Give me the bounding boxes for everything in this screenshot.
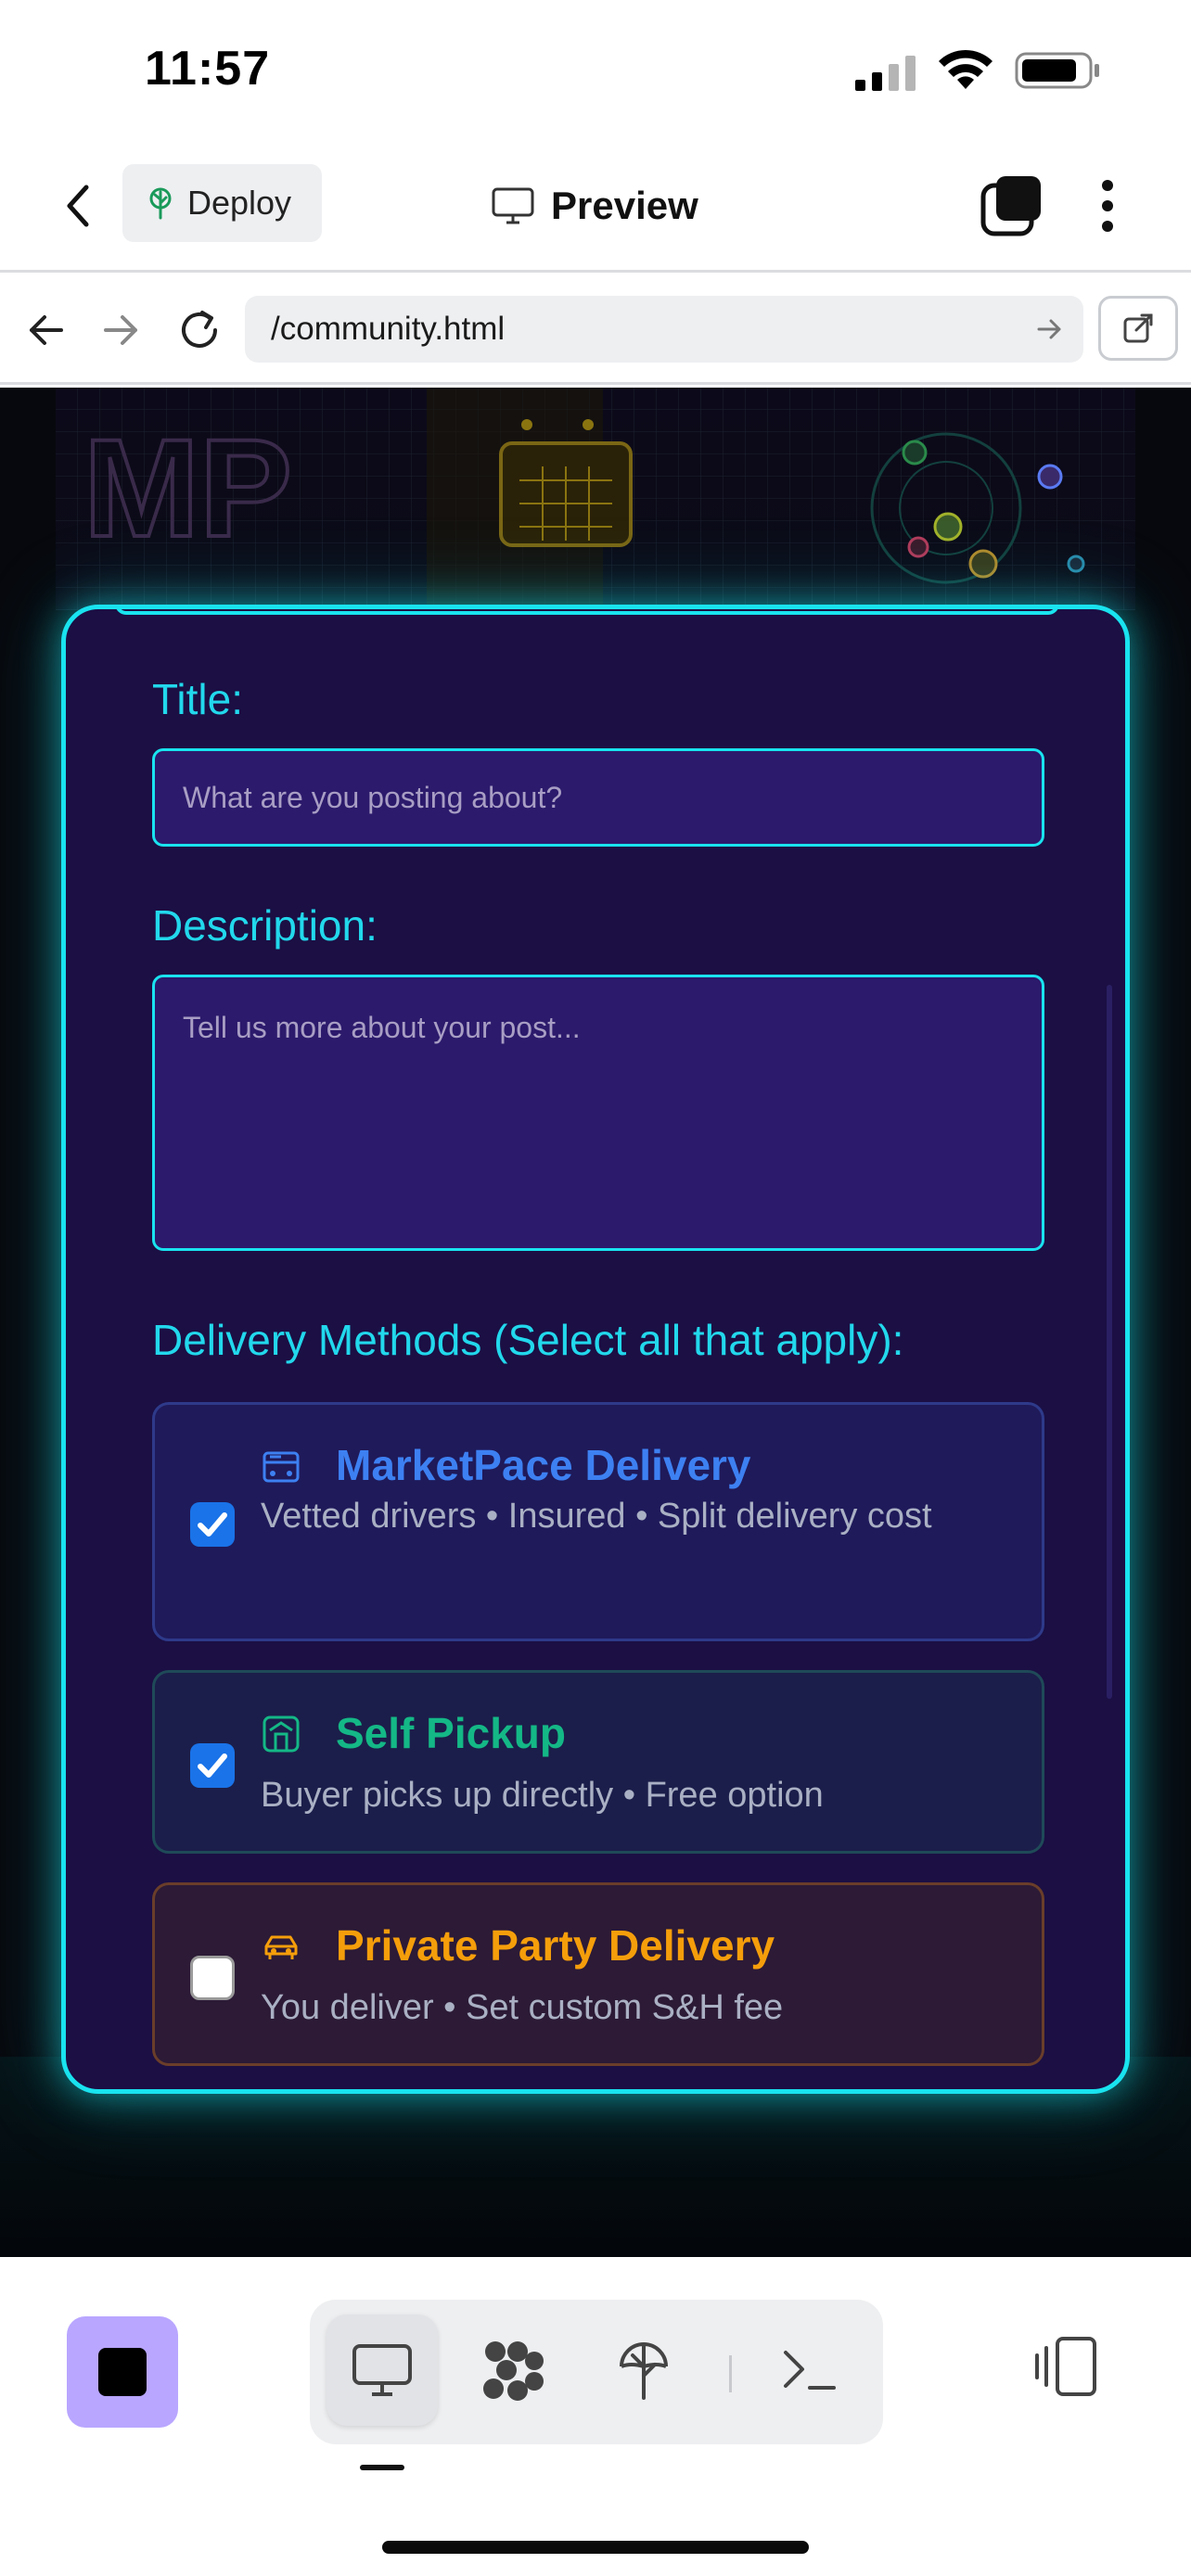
agent-tab[interactable] <box>458 2315 570 2426</box>
external-link-icon <box>1123 313 1153 343</box>
van-icon <box>263 1451 300 1483</box>
self-pickup-description: Buyer picks up directly • Free option <box>261 1776 824 1815</box>
private-party-title: Private Party Delivery <box>336 1921 775 1970</box>
deploy-tab[interactable] <box>588 2315 699 2426</box>
arrow-right-icon[interactable] <box>95 303 148 357</box>
checkmark-icon <box>198 1512 227 1537</box>
refresh-icon[interactable] <box>173 303 226 357</box>
svg-text:MP: MP <box>83 410 292 566</box>
app-header: Deploy Preview <box>0 139 1191 273</box>
status-time: 11:57 <box>145 42 271 96</box>
store-icon <box>263 1715 300 1753</box>
wifi-icon <box>939 49 992 89</box>
description-label: Description: <box>152 901 378 950</box>
scrollbar[interactable] <box>1107 985 1112 1699</box>
open-external-button[interactable] <box>1098 296 1178 361</box>
tabs-icon[interactable] <box>978 172 1044 239</box>
delivery-methods-label: Delivery Methods (Select all that apply)… <box>152 1316 904 1364</box>
chevron-left-icon <box>67 185 89 227</box>
delivery-option-self-pickup[interactable]: Self Pickup Buyer picks up directly • Fr… <box>152 1670 1044 1854</box>
battery-icon <box>1015 52 1099 89</box>
deploy-tree-icon <box>620 2342 668 2400</box>
monitor-icon <box>492 187 534 224</box>
cluster-icon <box>483 2341 544 2401</box>
status-bar: 11:57 <box>0 0 1191 139</box>
private-party-description: You deliver • Set custom S&H fee <box>261 1988 784 2027</box>
description-textarea[interactable]: Tell us more about your post... <box>152 975 1044 1251</box>
preview-label: Preview <box>551 184 698 227</box>
active-tab-indicator <box>360 2465 404 2470</box>
deploy-tree-icon <box>149 187 172 220</box>
private-party-checkbox[interactable] <box>190 1956 235 2000</box>
device-frame-icon[interactable] <box>1031 2331 1106 2405</box>
marketpace-description: Vetted drivers • Insured • Split deliver… <box>261 1497 932 1536</box>
app-root: 11:57 Deploy Preview /community.html MP … <box>0 0 1191 2576</box>
marketpace-title: MarketPace Delivery <box>336 1441 751 1489</box>
deploy-button[interactable]: Deploy <box>122 164 322 242</box>
banner-graphic: MP <box>56 388 1135 610</box>
url-bar: /community.html <box>0 275 1191 385</box>
marketpace-checkbox[interactable] <box>190 1502 235 1547</box>
post-form-card: Title: What are you posting about? Descr… <box>61 605 1130 2094</box>
home-indicator <box>382 2541 809 2554</box>
checkmark-icon <box>198 1753 227 1778</box>
self-pickup-checkbox[interactable] <box>190 1743 235 1788</box>
delivery-option-private-party[interactable]: Private Party Delivery You deliver • Set… <box>152 1882 1044 2066</box>
car-icon <box>264 1935 298 1959</box>
arrow-left-icon[interactable] <box>19 303 72 357</box>
terminal-icon <box>784 2351 836 2390</box>
back-button[interactable] <box>50 172 106 239</box>
cellular-signal-icon <box>855 56 916 91</box>
stop-button[interactable] <box>67 2316 178 2428</box>
previous-field-edge <box>115 609 1059 615</box>
go-arrow-icon[interactable] <box>1033 312 1067 346</box>
web-preview: MP Title: What are you posting about? De… <box>0 388 1191 2257</box>
url-input[interactable]: /community.html <box>245 296 1083 363</box>
url-text: /community.html <box>271 311 506 347</box>
delivery-option-marketpace[interactable]: MarketPace Delivery Vetted drivers • Ins… <box>152 1402 1044 1641</box>
title-label: Title: <box>152 675 243 723</box>
preview-title: Preview <box>492 172 698 239</box>
toolbar-divider <box>729 2355 732 2392</box>
stop-icon <box>98 2348 147 2396</box>
monitor-icon <box>352 2344 412 2396</box>
deploy-label: Deploy <box>187 184 292 222</box>
more-vertical-icon[interactable] <box>1082 172 1133 239</box>
self-pickup-title: Self Pickup <box>336 1709 566 1757</box>
title-input[interactable]: What are you posting about? <box>152 748 1044 847</box>
bottom-toolbar <box>0 2257 1191 2576</box>
view-switcher <box>310 2300 883 2444</box>
console-tab[interactable] <box>753 2315 864 2426</box>
preview-tab[interactable] <box>327 2315 438 2426</box>
banner-art-icon: MP <box>56 388 1135 610</box>
